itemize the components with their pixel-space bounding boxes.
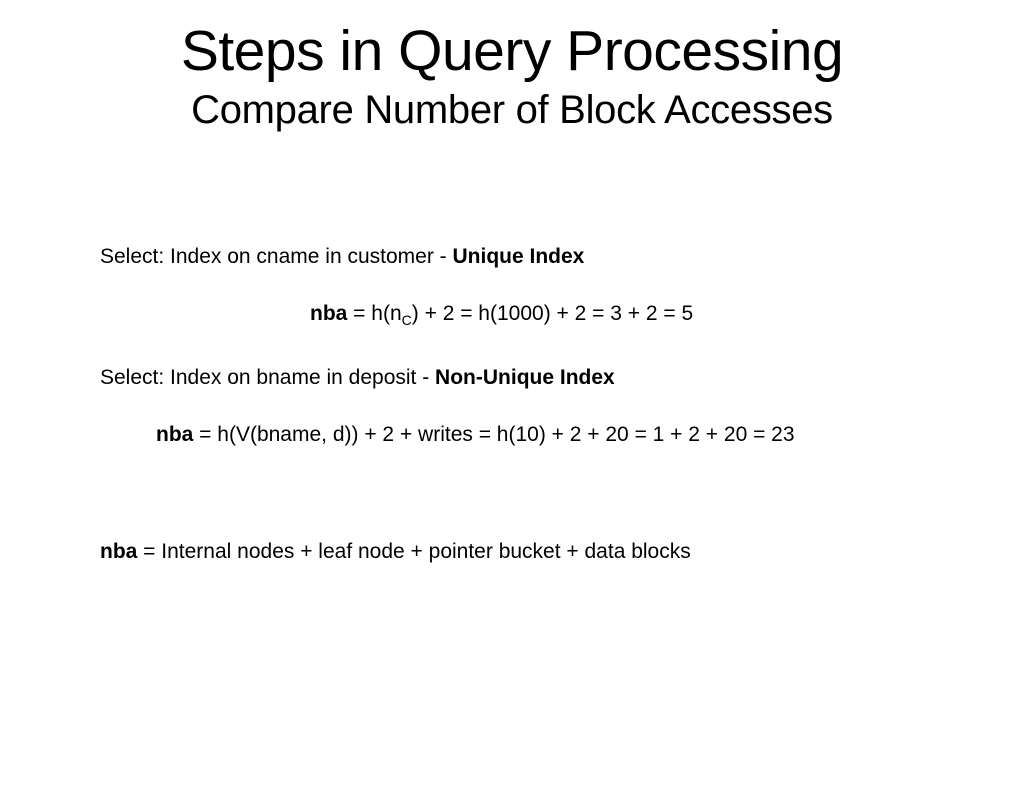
formula-unique-nba: nba (310, 302, 347, 325)
formula-nonunique: nba = h(V(bname, d)) + 2 + writes = h(10… (156, 421, 964, 448)
formula-nonunique-rest: = h(V(bname, d)) + 2 + writes = h(10) + … (193, 423, 794, 446)
formula-nonunique-nba: nba (156, 423, 193, 446)
select-unique-prefix: Select: Index on cname in customer - (100, 245, 453, 268)
slide-content: Select: Index on cname in customer - Uni… (0, 243, 1024, 566)
select-nonunique-prefix: Select: Index on bname in deposit - (100, 366, 435, 389)
slide: Steps in Query Processing Compare Number… (0, 18, 1024, 786)
select-nonunique-line: Select: Index on bname in deposit - Non-… (100, 364, 964, 391)
formula-unique-b: ) + 2 = h(1000) + 2 = 3 + 2 = 5 (412, 302, 693, 325)
slide-title: Steps in Query Processing (0, 18, 1024, 84)
footer-rest: = Internal nodes + leaf node + pointer b… (137, 540, 690, 563)
footer-definition: nba = Internal nodes + leaf node + point… (100, 538, 964, 565)
select-unique-line: Select: Index on cname in customer - Uni… (100, 243, 964, 270)
select-nonunique-bold: Non-Unique Index (435, 366, 615, 389)
formula-unique-a: = h(n (347, 302, 401, 325)
formula-unique-sub: C (402, 312, 412, 328)
slide-subtitle: Compare Number of Block Accesses (0, 88, 1024, 133)
footer-nba: nba (100, 540, 137, 563)
select-unique-bold: Unique Index (453, 245, 585, 268)
formula-unique: nba = h(nC) + 2 = h(1000) + 2 = 3 + 2 = … (310, 300, 964, 329)
